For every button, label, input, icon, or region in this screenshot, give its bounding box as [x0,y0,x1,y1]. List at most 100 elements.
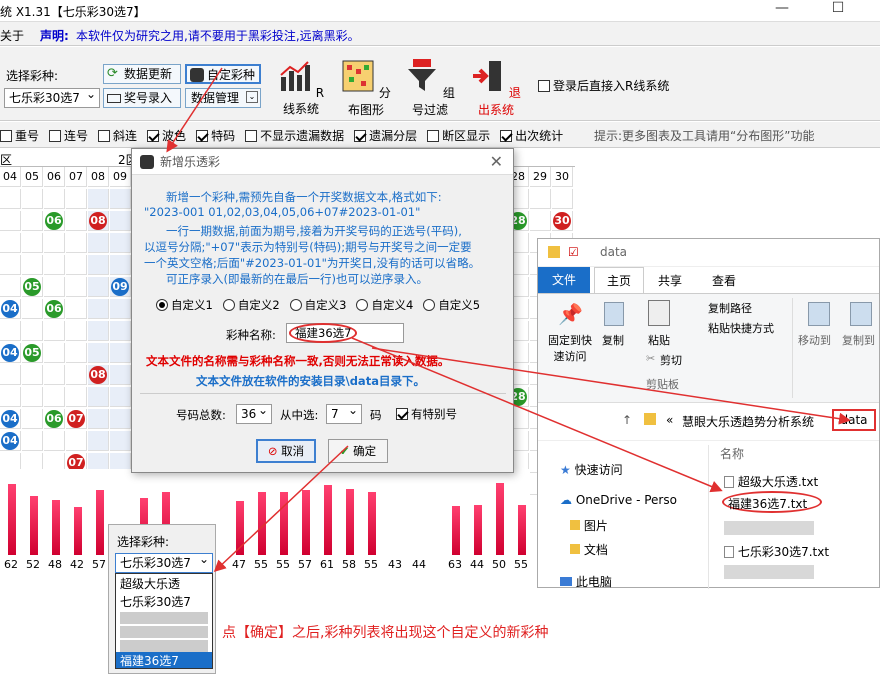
option-checkbox[interactable]: 波色 [147,129,186,143]
frequency-bar [474,505,482,555]
frequency-count: 55 [514,558,528,571]
number-filter-button[interactable]: 组号过滤 [402,59,458,118]
exit-system-button[interactable]: 退出系统 [468,59,524,118]
minimize-icon[interactable]: — [762,0,802,22]
frequency-bar [518,505,526,555]
custom-slot-radio[interactable]: 自定义3 [289,298,346,312]
file-item-highlighted[interactable]: 福建36选7.txt [722,491,822,513]
ok-button[interactable]: ✔ 确定 [328,439,388,463]
pin-quick-access-button[interactable]: 固定到快速访问 [544,332,596,364]
frequency-bar [280,492,288,555]
frequency-count: 55 [364,558,378,571]
grid-cell [22,365,43,385]
from-select[interactable]: 7 [326,401,362,424]
nav-documents[interactable]: 文档 [584,543,608,557]
frequency-bar [30,496,38,555]
option-checkbox[interactable]: 连号 [49,129,88,143]
custom-slot-radio[interactable]: 自定义1 [156,298,213,312]
grid-cell [66,299,87,319]
grid-cell [88,189,109,209]
lottery-name-input[interactable]: 福建36选7 [286,323,404,343]
grid-cell [110,255,131,275]
paste-button[interactable]: 粘贴 [648,332,670,348]
grid-cell [0,277,21,297]
tab-home[interactable]: 主页 [594,267,644,293]
option-checkbox[interactable]: 遗漏分层 [354,129,417,143]
menu-about[interactable]: 关于 [0,27,24,44]
breadcrumb-current[interactable]: data [832,409,876,431]
frequency-bar [52,500,60,555]
number-ball: 30 [553,212,571,230]
grid-cell [44,255,65,275]
maximize-icon[interactable]: ☐ [818,0,858,22]
column-name[interactable]: 名称 [720,445,744,462]
number-ball: 05 [23,344,41,362]
tab-view[interactable]: 查看 [712,272,736,289]
nav-pictures[interactable]: 图片 [584,519,608,533]
popup-lottery-select[interactable]: 七乐彩30选7 [115,550,213,573]
dropdown-option-selected[interactable]: 福建36选7 [116,652,212,668]
file-item[interactable]: 超级大乐透.txt [724,473,818,490]
grid-cell [22,211,43,231]
data-update-button[interactable]: ⟳ 数据更新 [103,64,181,84]
options-list: 重号 连号 斜连 波色 特码 不显示遗漏数据 遗漏分层 断区显示 出次统计 [0,127,573,144]
dropdown-option[interactable]: 七乐彩30选7 [116,593,212,610]
nav-quick-access[interactable]: 快速访问 [575,463,623,477]
grid-cell [22,409,43,429]
move-to-button[interactable]: 移动到 [798,332,831,348]
frequency-bar [302,490,310,555]
option-checkbox[interactable]: 出次统计 [500,129,563,143]
grid-cell [110,431,131,451]
frequency-count: 57 [92,558,106,571]
file-item[interactable]: 七乐彩30选7.txt [724,543,829,560]
frequency-bar [452,506,460,555]
cut-button[interactable]: 剪切 [660,352,682,368]
paste-shortcut-button[interactable]: 粘贴快捷方式 [708,320,774,336]
copy-path-button[interactable]: 复制路径 [708,300,752,316]
custom-slot-radio[interactable]: 自定义4 [356,298,413,312]
grid-chart-icon [342,60,374,92]
prize-entry-button[interactable]: 奖号录入 [103,88,181,108]
grid-cell [0,321,21,341]
column-header: 04 [0,167,21,187]
frequency-count: 58 [342,558,356,571]
from-label: 从中选: [280,408,319,422]
frequency-bar [96,490,104,555]
lottery-dropdown-list: 超级大乐透 七乐彩30选7 福建36选7 [115,573,213,669]
total-select[interactable]: 36 [236,401,272,424]
grid-cell [66,277,87,297]
breadcrumb-parent[interactable]: 慧眼大乐透趋势分析系统 [682,413,814,430]
custom-lottery-button[interactable]: 自定彩种 [185,64,261,84]
data-manage-button[interactable]: 数据管理 ⌄ [185,88,261,108]
number-ball: 09 [111,278,129,296]
grid-cell [552,189,573,209]
frequency-count: 42 [70,558,84,571]
option-checkbox[interactable]: 不显示遗漏数据 [245,129,344,143]
up-arrow-icon[interactable]: ↑ [622,413,632,427]
lottery-select[interactable]: 七乐彩30选7 [4,85,100,108]
popup-select-label: 选择彩种: [117,535,170,549]
option-checkbox[interactable]: 特码 [196,129,235,143]
copy-to-button[interactable]: 复制到 [842,332,875,348]
option-checkbox[interactable]: 断区显示 [427,129,490,143]
close-icon[interactable]: ✕ [490,149,503,175]
special-number-checkbox[interactable]: 有特别号 [396,406,457,422]
auto-login-checkbox[interactable]: 登录后直接入R线系统 [538,77,669,94]
distribution-button[interactable]: 分布图形 [338,59,394,118]
frequency-count: 44 [412,558,426,571]
unit-label: 码 [370,408,382,422]
nav-onedrive[interactable]: OneDrive - Perso [576,493,677,507]
custom-slot-radio[interactable]: 自定义5 [423,298,480,312]
cancel-button[interactable]: ⊘ 取消 [256,439,316,463]
copy-button[interactable]: 复制 [602,332,624,348]
dropdown-option[interactable]: 超级大乐透 [116,574,212,593]
tab-share[interactable]: 共享 [658,272,682,289]
menu-bar: 关于 声明: 本软件仅为研究之用,请不要用于黑彩投注,远离黑彩。 [0,22,880,46]
grid-cell [66,233,87,253]
tab-file[interactable]: 文件 [538,267,590,293]
nav-this-pc[interactable]: 此电脑 [576,575,612,589]
custom-slot-radio[interactable]: 自定义2 [222,298,280,312]
option-checkbox[interactable]: 斜连 [98,129,137,143]
trend-system-button[interactable]: R线系统 [276,59,326,117]
option-checkbox[interactable]: 重号 [0,129,39,143]
